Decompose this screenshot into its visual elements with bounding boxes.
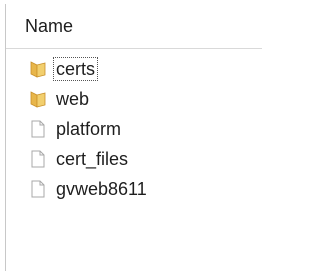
list-item-web[interactable]: web [6,84,262,114]
list-item-platform[interactable]: platform [6,114,262,144]
file-list-panel: Name certs web platform cert_files gvweb… [5,4,262,271]
file-list: certs web platform cert_files gvweb8611 [6,54,262,204]
list-item-certs[interactable]: certs [6,54,262,84]
list-item-label: web [56,89,90,109]
name-column-header[interactable]: Name [6,4,262,48]
folder-icon [29,59,47,79]
list-item-cert-files[interactable]: cert_files [6,144,262,174]
list-item-label: platform [56,119,122,139]
file-icon [29,179,47,199]
header-divider [6,48,262,49]
file-icon [29,149,47,169]
list-item-label: cert_files [56,149,129,169]
folder-icon [29,89,47,109]
list-item-gvweb8611[interactable]: gvweb8611 [6,174,262,204]
name-column-label: Name [25,15,74,36]
list-item-label: certs [53,57,99,81]
file-icon [29,119,47,139]
list-item-label: gvweb8611 [56,179,147,199]
